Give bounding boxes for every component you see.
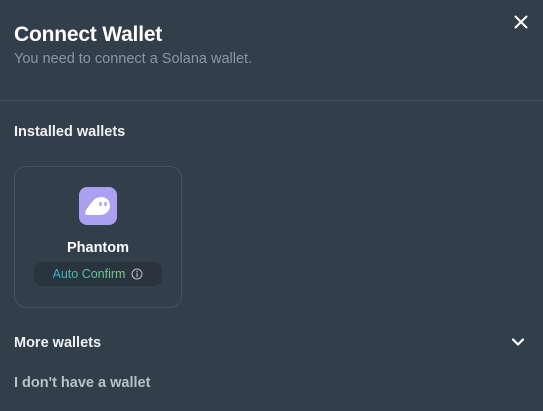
close-button[interactable]: [513, 14, 529, 30]
info-icon[interactable]: [131, 268, 143, 280]
phantom-ghost-icon: [85, 197, 110, 215]
auto-confirm-badge: Auto Confirm: [34, 262, 162, 286]
chevron-down-icon: [511, 337, 525, 347]
modal-subtitle: You need to connect a Solana wallet.: [14, 51, 253, 67]
more-wallets-toggle[interactable]: More wallets: [0, 326, 543, 356]
installed-wallets-heading: Installed wallets: [14, 124, 126, 140]
badge-label: Auto Confirm: [52, 267, 126, 281]
connect-wallet-modal: Connect Wallet You need to connect a Sol…: [0, 0, 543, 411]
wallet-card-phantom[interactable]: Phantom Auto Confirm: [14, 166, 182, 308]
phantom-logo: [79, 187, 117, 225]
no-wallet-link[interactable]: I don't have a wallet: [14, 375, 150, 391]
close-icon: [514, 15, 528, 29]
modal-header: Connect Wallet You need to connect a Sol…: [14, 22, 252, 69]
wallet-name: Phantom: [66, 240, 130, 256]
modal-title: Connect Wallet: [14, 23, 163, 46]
more-wallets-label: More wallets: [14, 335, 102, 351]
header-divider: [0, 100, 543, 101]
